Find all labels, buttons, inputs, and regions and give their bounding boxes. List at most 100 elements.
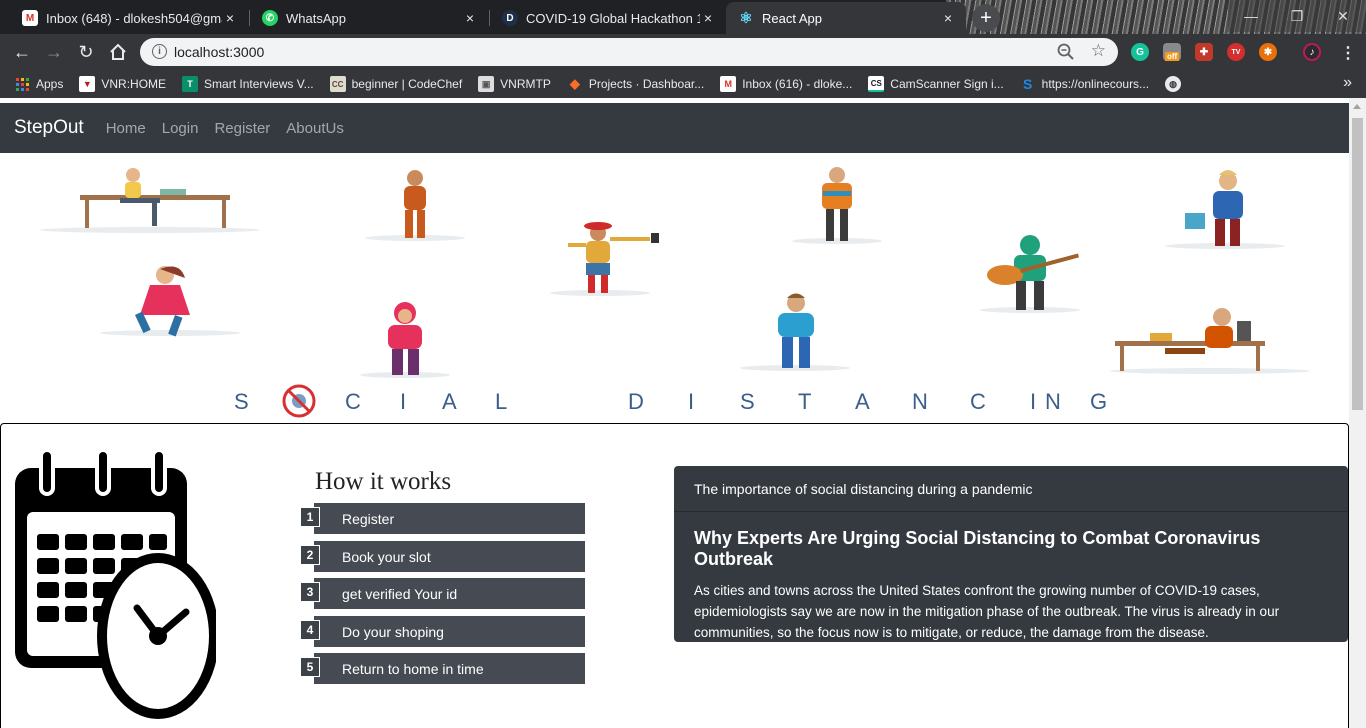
tab-devpost[interactable]: D COVID-19 Global Hackathon 1.0: × [490, 2, 726, 34]
banner-letter: C [970, 389, 988, 414]
close-icon[interactable]: × [700, 10, 716, 26]
vnr-icon: ▼ [79, 76, 96, 92]
address-bar[interactable]: i localhost:3000 ☆ [140, 38, 1118, 66]
step-number: 5 [300, 657, 320, 677]
news-card: The importance of social distancing duri… [674, 466, 1348, 642]
minimize-button[interactable]: — [1228, 0, 1274, 32]
maximize-button[interactable]: ❐ [1274, 0, 1320, 32]
how-it-works-title: How it works [315, 468, 452, 495]
walking-woman-figure [135, 266, 190, 337]
step-label: Return to home in time [314, 653, 585, 684]
tv-extension-icon[interactable]: TV [1227, 43, 1245, 61]
nav-link-login[interactable]: Login [162, 120, 199, 137]
bookmark-gitlab[interactable]: ◆ Projects · Dashboar... [559, 70, 712, 98]
scrollbar-thumb[interactable] [1352, 118, 1363, 410]
gmail-icon: M [720, 76, 737, 92]
scroll-up-arrow-icon[interactable] [1353, 104, 1361, 109]
home-button[interactable] [106, 40, 130, 64]
new-tab-button[interactable]: + [972, 4, 1000, 32]
banner-letter: I [400, 389, 408, 414]
banner-letter: C [345, 389, 363, 414]
menu-kebab-icon[interactable]: ⋮ [1340, 43, 1356, 63]
news-card-header: The importance of social distancing duri… [674, 466, 1348, 512]
step-label: get verified Your id [314, 578, 585, 609]
bookmark-star-icon[interactable]: ☆ [1091, 41, 1106, 61]
social-distancing-banner: S C I A L D I S T A N C I N G [0, 153, 1349, 423]
profile-avatar-icon[interactable]: ♪ [1303, 43, 1321, 61]
arrow-left-icon: ← [13, 41, 31, 62]
extension-orange-icon[interactable]: ✱ [1259, 43, 1277, 61]
banner-letter: D [628, 389, 646, 414]
react-icon: ⚛ [739, 10, 753, 27]
gitlab-icon: ◆ [569, 76, 580, 91]
bookmark-globe[interactable]: ◍ [1157, 70, 1195, 98]
tab-gmail[interactable]: M Inbox (648) - dlokesh504@gmail × [10, 2, 248, 34]
window-close-button[interactable]: ✕ [1320, 0, 1366, 32]
forward-button[interactable]: → [42, 40, 66, 64]
woman-with-phone-figure [404, 170, 426, 238]
whatsapp-icon: ✆ [262, 10, 278, 26]
grammarly-icon[interactable]: G [1131, 43, 1149, 61]
tab-whatsapp[interactable]: ✆ WhatsApp × [250, 2, 488, 34]
extension-honey-icon[interactable]: off [1163, 43, 1181, 61]
apps-grid-icon [14, 76, 30, 92]
devpost-icon: D [502, 10, 518, 26]
restore-icon: ❐ [1290, 7, 1304, 24]
bookmark-codechef[interactable]: CC beginner | CodeChef [322, 70, 471, 98]
globe-icon: ◍ [1165, 76, 1182, 92]
bookmark-apps[interactable]: Apps [0, 70, 71, 98]
man-at-desk-figure [1115, 308, 1265, 371]
banner-letter: T [798, 389, 813, 414]
close-icon[interactable]: × [940, 10, 956, 26]
smart-interviews-icon: T [182, 76, 199, 92]
step-item: Do your shoping 4 [300, 616, 585, 647]
social-distancing-illustration: S C I A L D I S T A N C I N G [40, 167, 1310, 418]
news-card-title: Why Experts Are Urging Social Distancing… [694, 528, 1261, 569]
banner-letter: S [234, 389, 251, 414]
banner-letter: I [1030, 389, 1038, 414]
bookmarks-overflow-icon[interactable]: » [1343, 74, 1352, 92]
back-button[interactable]: ← [10, 40, 34, 64]
banner-letter: A [442, 389, 459, 414]
bookmark-onlinecourses[interactable]: S https://onlinecours... [1012, 70, 1157, 98]
banner-letter: G [1090, 389, 1109, 414]
bookmark-smart-interviews[interactable]: T Smart Interviews V... [174, 70, 322, 98]
page-viewport: StepOut Home Login Register AboutUs S C … [0, 98, 1349, 728]
brand-logo[interactable]: StepOut [14, 117, 84, 139]
gift-icon[interactable]: ✚ [1195, 43, 1213, 61]
banner-letter: I [688, 389, 696, 414]
nav-link-register[interactable]: Register [214, 120, 270, 137]
reload-button[interactable]: ↻ [74, 40, 98, 64]
calendar-clock-icon [15, 448, 216, 719]
home-icon [110, 43, 126, 60]
bookmark-camscanner[interactable]: CS CamScanner Sign i... [860, 70, 1011, 98]
info-icon[interactable]: i [152, 44, 167, 59]
step-number: 3 [300, 582, 320, 602]
bookmark-vnrmtp[interactable]: ▣ VNRMTP [470, 70, 559, 98]
zoom-icon[interactable] [1056, 42, 1076, 62]
page-scrollbar[interactable] [1349, 98, 1366, 728]
bookmark-gmail[interactable]: M Inbox (616) - dloke... [712, 70, 860, 98]
banner-letter: L [495, 389, 509, 414]
codechef-icon: CC [329, 76, 346, 92]
minimize-icon: — [1244, 8, 1258, 24]
bookmark-vnr-home[interactable]: ▼ VNR:HOME [71, 70, 174, 98]
gmail-icon: M [22, 10, 38, 26]
close-icon[interactable]: × [222, 10, 238, 26]
step-item: Register 1 [300, 503, 585, 534]
tab-react-app[interactable]: ⚛ React App × [726, 2, 966, 34]
step-label: Book your slot [314, 541, 585, 572]
news-card-text: As cities and towns across the United St… [694, 583, 1280, 640]
guitarist-figure [987, 235, 1079, 310]
url-text: localhost:3000 [174, 44, 265, 60]
step-label: Do your shoping [314, 616, 585, 647]
nav-link-aboutus[interactable]: AboutUs [286, 120, 344, 137]
man-with-bag-figure [1185, 170, 1243, 246]
banner-letter: S [740, 389, 757, 414]
close-icon[interactable]: × [462, 10, 478, 26]
nav-link-home[interactable]: Home [106, 120, 146, 137]
app-navbar: StepOut Home Login Register AboutUs [0, 103, 1349, 153]
step-item: Book your slot 2 [300, 541, 585, 572]
banner-letter: N [912, 389, 930, 414]
browser-tab-strip: M Inbox (648) - dlokesh504@gmail × ✆ Wha… [0, 0, 1366, 34]
